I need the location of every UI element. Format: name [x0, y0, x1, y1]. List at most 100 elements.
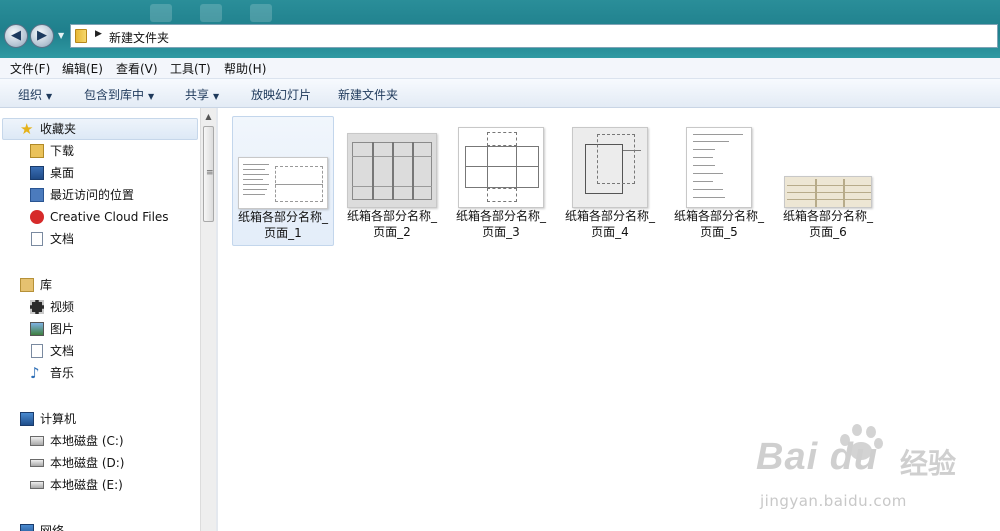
title-bar-decoration [150, 4, 172, 22]
document-icon [31, 344, 43, 358]
menu-help[interactable]: 帮助(H) [224, 60, 266, 77]
slideshow-button[interactable]: 放映幻灯片 [251, 86, 311, 103]
nav-item-label: 本地磁盘 (D:) [50, 456, 125, 470]
include-in-library-button[interactable]: 包含到库中 ▼ [84, 86, 154, 103]
nav-item-label: 视频 [50, 300, 75, 314]
network-icon [20, 524, 34, 531]
breadcrumb-arrow-icon[interactable]: ▶ [95, 29, 102, 39]
nav-favorites[interactable]: ★ 收藏夹 [20, 119, 198, 139]
nav-item-label: 音乐 [50, 366, 75, 380]
file-item[interactable]: 纸箱各部分名称_ 页面_6 [777, 116, 879, 246]
star-icon: ★ [20, 120, 34, 138]
nav-item-label: 桌面 [50, 166, 75, 180]
nav-network-label: 网络 [40, 524, 65, 531]
share-label: 共享 [185, 88, 210, 102]
file-item[interactable]: 纸箱各部分名称_ 页面_4 [559, 116, 661, 246]
title-bar-decoration [200, 4, 222, 22]
file-name-line1: 纸箱各部分名称_ [782, 209, 873, 223]
back-arrow-icon: ◀ [11, 28, 21, 43]
nav-item-label: 最近访问的位置 [50, 188, 135, 202]
file-name-line2: 页面_5 [700, 225, 738, 239]
pictures-icon [30, 322, 44, 336]
nav-computer[interactable]: 计算机 [20, 409, 198, 429]
recent-places-icon [30, 188, 44, 202]
system-drive-icon [30, 436, 44, 446]
file-name-line2: 页面_3 [482, 225, 520, 239]
breadcrumb-current-folder[interactable]: 新建文件夹 [109, 29, 169, 46]
menu-tools[interactable]: 工具(T) [170, 60, 211, 77]
file-name-line2: 页面_1 [264, 226, 302, 240]
file-item[interactable]: 纸箱各部分名称_ 页面_5 [668, 116, 770, 246]
watermark-cn-text: 经验 [900, 447, 957, 480]
nav-item-desktop[interactable]: 桌面 [30, 163, 198, 183]
watermark-url: jingyan.baidu.com [760, 492, 907, 510]
nav-network[interactable]: 网络 [20, 521, 198, 531]
forward-button[interactable]: ▶ [30, 24, 54, 48]
file-item[interactable]: 纸箱各部分名称_ 页面_2 [341, 116, 443, 246]
nav-item-label: 本地磁盘 (C:) [50, 434, 124, 448]
file-name-line1: 纸箱各部分名称_ [673, 209, 764, 223]
share-button[interactable]: 共享 ▼ [185, 86, 219, 103]
nav-item-label: 文档 [50, 232, 75, 246]
organize-label: 组织 [18, 88, 43, 102]
file-name-label: 纸箱各部分名称_ 页面_1 [233, 209, 333, 241]
file-thumbnail [784, 176, 872, 208]
address-bar[interactable]: ▶ 新建文件夹 [70, 24, 998, 48]
nav-item-drive-d[interactable]: 本地磁盘 (D:) [30, 453, 198, 473]
baidu-jingyan-watermark: Bai du 经验 jingyan.baidu.com [750, 420, 980, 520]
drive-icon [30, 481, 44, 489]
nav-libraries-label: 库 [40, 278, 53, 292]
nav-item-documents[interactable]: 文档 [30, 229, 198, 249]
menu-file[interactable]: 文件(F) [10, 60, 50, 77]
nav-pane-scrollbar[interactable]: ▲ ≡ [200, 108, 216, 531]
scrollbar-thumb[interactable]: ≡ [203, 126, 214, 222]
nav-favorites-label: 收藏夹 [40, 122, 77, 136]
menu-view[interactable]: 查看(V) [116, 60, 158, 77]
nav-item-creative-cloud[interactable]: Creative Cloud Files [30, 207, 198, 227]
file-item[interactable]: 纸箱各部分名称_ 页面_1 [232, 116, 334, 246]
menu-bar: 文件(F) 编辑(E) 查看(V) 工具(T) 帮助(H) [0, 58, 1000, 79]
nav-item-recent[interactable]: 最近访问的位置 [30, 185, 198, 205]
folder-icon [75, 29, 87, 43]
file-name-line1: 纸箱各部分名称_ [237, 210, 328, 224]
nav-item-drive-c[interactable]: 本地磁盘 (C:) [30, 431, 198, 451]
nav-item-library-documents[interactable]: 文档 [30, 341, 198, 361]
file-item[interactable]: 纸箱各部分名称_ 页面_3 [450, 116, 552, 246]
organize-button[interactable]: 组织 ▼ [18, 86, 52, 103]
new-folder-button[interactable]: 新建文件夹 [338, 86, 398, 103]
music-icon: ♪ [30, 364, 40, 382]
file-thumbnail [686, 127, 752, 208]
file-name-line1: 纸箱各部分名称_ [564, 209, 655, 223]
nav-libraries[interactable]: 库 [20, 275, 198, 295]
recent-pages-dropdown[interactable]: ▼ [58, 30, 68, 42]
computer-icon [20, 412, 34, 426]
chevron-down-icon: ▼ [148, 92, 155, 101]
navigation-pane: ★ 收藏夹 下载 桌面 最近访问的位置 Creative Cloud Files… [0, 108, 200, 531]
nav-item-music[interactable]: ♪ 音乐 [30, 363, 198, 383]
file-name-label: 纸箱各部分名称_ 页面_3 [450, 208, 552, 240]
file-name-label: 纸箱各部分名称_ 页面_2 [341, 208, 443, 240]
file-name-line2: 页面_4 [591, 225, 629, 239]
nav-item-label: 下载 [50, 144, 75, 158]
scroll-up-arrow-icon[interactable]: ▲ [203, 110, 214, 124]
nav-item-videos[interactable]: 视频 [30, 297, 198, 317]
nav-item-drive-e[interactable]: 本地磁盘 (E:) [30, 475, 198, 495]
nav-item-label: Creative Cloud Files [50, 210, 169, 224]
include-in-library-label: 包含到库中 [84, 88, 145, 102]
nav-item-downloads[interactable]: 下载 [30, 141, 198, 161]
library-icon [20, 278, 34, 292]
menu-edit[interactable]: 编辑(E) [62, 60, 103, 77]
file-name-label: 纸箱各部分名称_ 页面_4 [559, 208, 661, 240]
command-toolbar: 组织 ▼ 包含到库中 ▼ 共享 ▼ 放映幻灯片 新建文件夹 [0, 79, 1000, 108]
nav-item-pictures[interactable]: 图片 [30, 319, 198, 339]
download-folder-icon [30, 144, 44, 158]
file-name-line2: 页面_2 [373, 225, 411, 239]
chevron-down-icon: ▼ [213, 92, 220, 101]
file-thumbnail [572, 127, 648, 208]
nav-item-label: 文档 [50, 344, 75, 358]
back-button[interactable]: ◀ [4, 24, 28, 48]
nav-item-label: 图片 [50, 322, 75, 336]
file-name-label: 纸箱各部分名称_ 页面_5 [668, 208, 770, 240]
chevron-down-icon: ▼ [46, 92, 53, 101]
nav-item-label: 本地磁盘 (E:) [50, 478, 123, 492]
